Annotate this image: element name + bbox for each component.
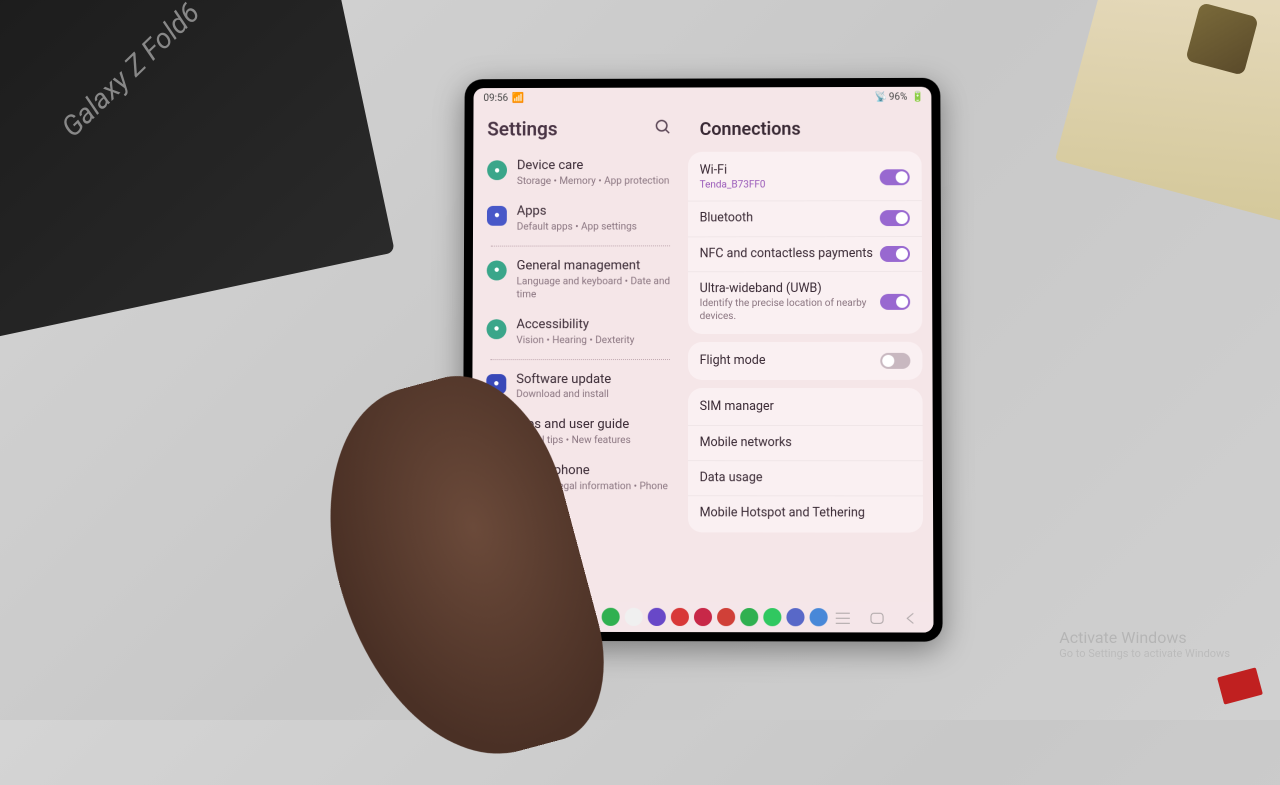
toggle-switch[interactable] — [880, 210, 910, 226]
connection-title: SIM manager — [700, 399, 911, 415]
connection-title: NFC and contactless payments — [700, 246, 880, 262]
connections-group: Flight mode — [688, 342, 923, 380]
settings-item-icon: ● — [487, 160, 507, 180]
connection-item-bluetooth[interactable]: Bluetooth — [688, 200, 922, 236]
dock-app-icon[interactable] — [763, 608, 781, 626]
toggle-switch[interactable] — [880, 353, 910, 369]
connection-item-data-usage[interactable]: Data usage — [688, 460, 923, 496]
connection-title: Wi-Fi — [700, 162, 880, 179]
status-notification-icon: 📶 — [512, 93, 522, 103]
settings-item-icon: ● — [487, 206, 507, 226]
connection-item-mobile-networks[interactable]: Mobile networks — [688, 425, 923, 460]
settings-divider — [490, 359, 669, 360]
settings-item-subtitle: Vision • Hearing • Dexterity — [516, 334, 634, 347]
settings-item-title: Apps — [517, 204, 637, 221]
connections-group: Wi-FiTenda_B73FF0 Bluetooth NFC and contac… — [688, 151, 923, 334]
settings-item-subtitle: Storage • Memory • App protection — [517, 175, 670, 188]
settings-item-title: General management — [517, 258, 674, 275]
settings-item-accessibility[interactable]: ● AccessibilityVision • Hearing • Dexteri… — [482, 309, 677, 355]
connection-title: Mobile networks — [700, 435, 911, 451]
dock-app-icon[interactable] — [693, 608, 711, 626]
connection-title: Flight mode — [700, 353, 881, 369]
settings-item-title: Accessibility — [516, 317, 634, 334]
settings-item-subtitle: Default apps • App settings — [517, 220, 637, 233]
connection-item-ultra-wideband-uwb-[interactable]: Ultra-wideband (UWB)Identify the precise… — [688, 271, 923, 332]
settings-item-title: Software update — [516, 372, 611, 389]
settings-item-subtitle: Download and install — [516, 388, 611, 401]
dock-app-icon[interactable] — [647, 608, 665, 626]
scene-product-box: Galaxy Z Fold6 — [0, 0, 395, 340]
connection-item-flight-mode[interactable]: Flight mode — [688, 344, 923, 378]
windows-activation-watermark: Activate Windows Go to Settings to activ… — [1059, 628, 1230, 660]
connection-item-mobile-hotspot-and-tethering[interactable]: Mobile Hotspot and Tethering — [688, 495, 923, 531]
settings-divider — [491, 245, 670, 246]
connections-group: SIM manager Mobile networks Data usage Mobi… — [688, 388, 923, 533]
search-icon[interactable] — [654, 118, 672, 140]
toggle-switch[interactable] — [880, 169, 910, 185]
dock-app-icon[interactable] — [717, 608, 735, 626]
connection-subtitle: Identify the precise location of nearby … — [700, 297, 881, 323]
connection-item-nfc-and-contactless-payments[interactable]: NFC and contactless payments — [688, 235, 922, 270]
connection-subtitle: Tenda_B73FF0 — [700, 179, 880, 192]
settings-item-subtitle: Language and keyboard • Date and time — [517, 275, 674, 301]
settings-item-device-care[interactable]: ● Device careStorage • Memory • App prote… — [483, 150, 678, 196]
scene-wooden-object — [1055, 0, 1280, 232]
channel-badge — [1217, 667, 1263, 704]
status-battery-icon: 🔋 — [911, 92, 921, 102]
dock-app-icon[interactable] — [740, 608, 758, 626]
connection-title: Mobile Hotspot and Tethering — [700, 505, 911, 521]
settings-item-general-management[interactable]: ● General managementLanguage and keyboard… — [483, 250, 678, 309]
dock-app-icon[interactable] — [601, 608, 619, 626]
status-time: 09:56 — [483, 92, 508, 103]
nav-home-button[interactable] — [869, 610, 885, 624]
settings-item-icon: ● — [487, 260, 507, 280]
status-bar: 09:56 📶 📡 96% 🔋 — [474, 87, 932, 108]
settings-item-title: Device care — [517, 158, 670, 175]
settings-title: Settings — [487, 118, 557, 141]
product-box-label: Galaxy Z Fold6 — [55, 0, 206, 144]
settings-item-icon: ● — [487, 319, 507, 339]
toggle-switch[interactable] — [880, 294, 910, 310]
settings-item-apps[interactable]: ● AppsDefault apps • App settings — [483, 196, 678, 242]
nav-recents-button[interactable] — [835, 610, 851, 624]
dock-app-icon[interactable] — [670, 608, 688, 626]
dock-app-icon[interactable] — [624, 608, 642, 626]
toggle-switch[interactable] — [880, 246, 910, 262]
connection-item-wi-fi[interactable]: Wi-FiTenda_B73FF0 — [688, 153, 922, 200]
nav-back-button[interactable] — [903, 610, 919, 624]
dock-app-icon[interactable] — [786, 608, 804, 626]
connections-title: Connections — [700, 119, 916, 140]
connection-item-sim-manager[interactable]: SIM manager — [688, 390, 923, 424]
dock-app-icon[interactable] — [809, 608, 827, 626]
status-signal-icon: 📡 — [875, 92, 885, 102]
connection-title: Ultra-wideband (UWB) — [700, 281, 880, 297]
status-battery: 96% — [889, 91, 908, 102]
connections-detail-pane: Connections Wi-FiTenda_B73FF0 Bluetooth NF… — [684, 107, 934, 603]
connection-title: Bluetooth — [700, 210, 880, 227]
connection-title: Data usage — [700, 470, 911, 486]
